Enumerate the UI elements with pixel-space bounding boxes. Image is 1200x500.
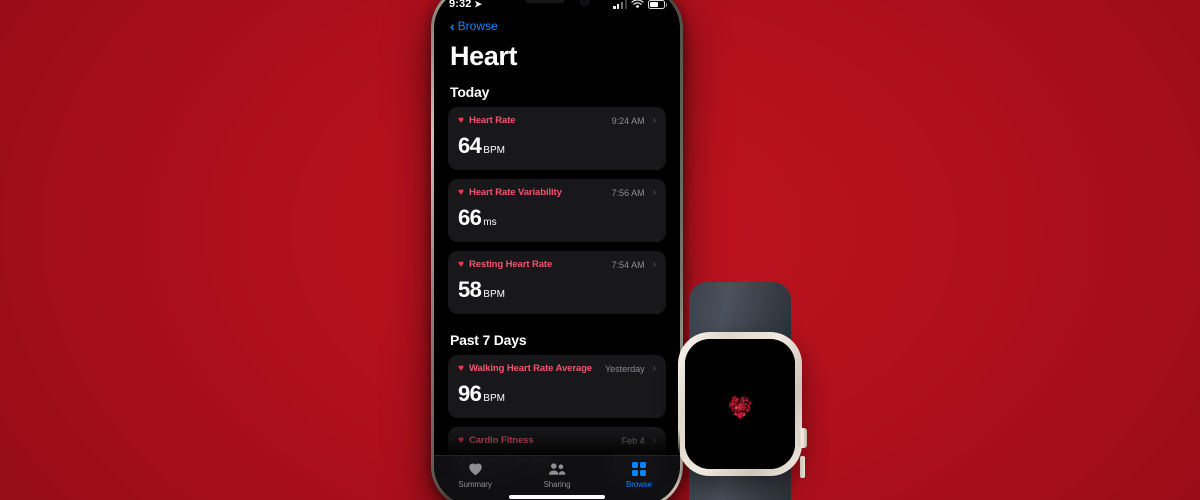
section-header-today: Today [450, 84, 666, 100]
tab-bar: Summary Sharing Browse [434, 455, 680, 500]
card-value-unit: ms [483, 217, 496, 228]
location-arrow-icon: ➤ [474, 0, 482, 10]
card-value: 96 BPM [458, 381, 656, 407]
side-button[interactable] [800, 456, 805, 478]
chevron-right-icon: › [653, 364, 656, 374]
grid-icon [632, 461, 646, 477]
card-value-number: 58 [458, 277, 481, 303]
heart-icon: ♥ [458, 188, 464, 198]
chevron-left-icon: ‹ [450, 19, 455, 33]
status-bar-time: 9:32 [449, 0, 471, 10]
chevron-right-icon: › [653, 260, 656, 270]
card-value: 64 BPM [458, 133, 656, 159]
chevron-right-icon: › [653, 116, 656, 126]
card-resting-heart-rate[interactable]: ♥ Resting Heart Rate 7:54 AM › 58 BPM [448, 251, 666, 314]
watch-screen [685, 339, 795, 469]
tab-label: Summary [458, 480, 492, 489]
card-label: Heart Rate Variability [469, 187, 562, 198]
card-value-unit: BPM [483, 145, 505, 156]
chevron-right-icon: › [653, 188, 656, 198]
iphone-device: 9:32 ➤ ‹ Browse Heart Today ♥ Heart Rate… [431, 0, 683, 500]
card-value-number: 66 [458, 205, 481, 231]
card-value-unit: BPM [483, 289, 505, 300]
card-header: ♥ Heart Rate 9:24 AM › [458, 115, 656, 126]
cellular-bars-icon [613, 0, 627, 9]
card-value-unit: BPM [483, 393, 505, 404]
tab-sharing[interactable]: Sharing [516, 461, 598, 489]
watch-case [678, 332, 802, 476]
card-value: 66 ms [458, 205, 656, 231]
tab-label: Sharing [544, 480, 571, 489]
heart-icon: ♥ [458, 436, 464, 446]
section-header-past-7-days: Past 7 Days [450, 332, 666, 348]
card-label: Heart Rate [469, 115, 516, 126]
heart-icon [468, 461, 483, 477]
front-camera-icon [580, 0, 589, 6]
page-title: Heart [450, 41, 666, 72]
card-value: 58 BPM [458, 277, 656, 303]
heart-icon: ♥ [458, 260, 464, 270]
back-button-label: Browse [458, 19, 498, 33]
card-header: ♥ Heart Rate Variability 7:56 AM › [458, 187, 656, 198]
status-bar-right [613, 0, 665, 9]
apple-watch-device [672, 282, 808, 500]
heart-icon: ♥ [458, 116, 464, 126]
card-heart-rate[interactable]: ♥ Heart Rate 9:24 AM › 64 BPM [448, 107, 666, 170]
notch [501, 0, 613, 13]
digital-crown[interactable] [798, 428, 807, 448]
card-header: ♥ Cardio Fitness Feb 4 › [458, 435, 656, 446]
card-header: ♥ Resting Heart Rate 7:54 AM › [458, 259, 656, 270]
card-value-number: 64 [458, 133, 481, 159]
card-timestamp: Yesterday [605, 364, 645, 374]
home-indicator[interactable] [509, 495, 605, 499]
battery-icon [648, 0, 665, 9]
chevron-right-icon: › [653, 436, 656, 446]
card-timestamp: 7:56 AM [612, 188, 645, 198]
heart-icon: ♥ [458, 364, 464, 374]
card-value-number: 96 [458, 381, 481, 407]
particle-heart-face-icon [685, 339, 795, 469]
card-label: Cardio Fitness [469, 435, 534, 446]
heart-screen-content: ‹ Browse Heart Today ♥ Heart Rate 9:24 A… [434, 15, 680, 500]
tab-summary[interactable]: Summary [434, 461, 516, 489]
back-button-browse[interactable]: ‹ Browse [450, 15, 666, 37]
card-label: Resting Heart Rate [469, 259, 552, 270]
card-timestamp: 9:24 AM [612, 116, 645, 126]
card-label: Walking Heart Rate Average [469, 363, 592, 374]
card-walking-heart-rate-average[interactable]: ♥ Walking Heart Rate Average Yesterday ›… [448, 355, 666, 418]
tab-browse[interactable]: Browse [598, 461, 680, 489]
card-timestamp: 7:54 AM [612, 260, 645, 270]
card-timestamp: Feb 4 [622, 436, 645, 446]
status-bar-left: 9:32 ➤ [449, 0, 482, 10]
people-icon [548, 461, 566, 477]
card-header: ♥ Walking Heart Rate Average Yesterday › [458, 363, 656, 374]
earpiece-speaker [526, 0, 564, 3]
tab-label: Browse [626, 480, 652, 489]
iphone-screen: 9:32 ➤ ‹ Browse Heart Today ♥ Heart Rate… [434, 0, 680, 500]
card-heart-rate-variability[interactable]: ♥ Heart Rate Variability 7:56 AM › 66 ms [448, 179, 666, 242]
wifi-icon [631, 0, 644, 9]
